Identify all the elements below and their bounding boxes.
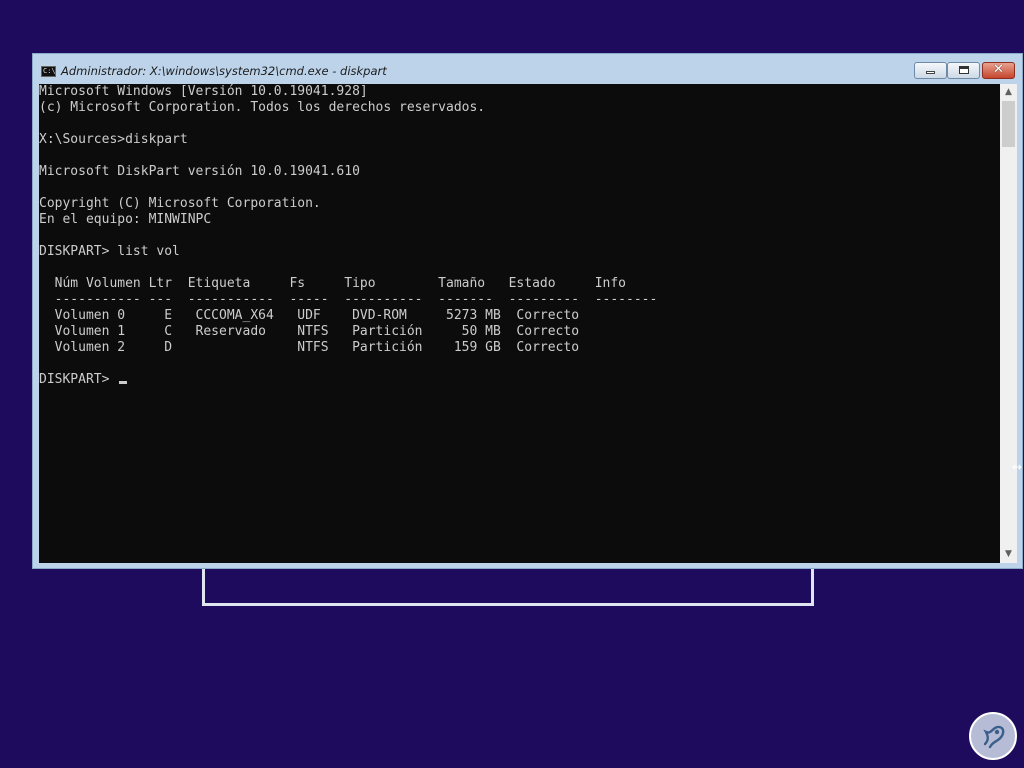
console-line: DISKPART> list vol: [39, 244, 180, 259]
console-line: ----------- --- ----------- ----- ------…: [39, 292, 658, 307]
window-title: Administrador: X:\windows\system32\cmd.e…: [61, 64, 387, 78]
console-line: X:\Sources>diskpart: [39, 132, 188, 147]
logo-icon: [969, 712, 1017, 760]
console-output[interactable]: Microsoft Windows [Versión 10.0.19041.92…: [39, 84, 1000, 563]
console-line: Volumen 1 C Reservado NTFS Partición 50 …: [39, 324, 580, 339]
text-cursor: [119, 381, 128, 384]
title-bar[interactable]: C:\ Administrador: X:\windows\system32\c…: [33, 54, 1022, 84]
console-prompt: DISKPART>: [39, 372, 118, 387]
close-button[interactable]: ✕: [982, 62, 1015, 79]
close-icon: ✕: [993, 62, 1004, 77]
scroll-down-button[interactable]: ▼: [1000, 546, 1017, 563]
maximize-button[interactable]: [947, 62, 980, 79]
minimize-icon: [926, 71, 935, 74]
maximize-icon: [959, 66, 969, 74]
console-line: Volumen 2 D NTFS Partición 159 GB Correc…: [39, 340, 580, 355]
console-text: Microsoft Windows [Versión 10.0.19041.92…: [39, 84, 657, 388]
cmd-window[interactable]: C:\ Administrador: X:\windows\system32\c…: [32, 53, 1023, 569]
resize-cursor-icon: ↔: [1012, 460, 1023, 474]
scroll-up-button[interactable]: ▲: [1000, 84, 1017, 101]
console-line: Núm Volumen Ltr Etiqueta Fs Tipo Tamaño …: [39, 276, 626, 291]
console-line: En el equipo: MINWINPC: [39, 212, 212, 227]
console-prompt-line[interactable]: DISKPART>: [39, 372, 657, 388]
console-line: Microsoft Windows [Versión 10.0.19041.92…: [39, 84, 368, 99]
scroll-thumb[interactable]: [1002, 101, 1015, 147]
console-line: Copyright (C) Microsoft Corporation.: [39, 196, 321, 211]
vertical-scrollbar[interactable]: ▲ ▼: [1000, 84, 1017, 563]
console-line: Microsoft DiskPart versión 10.0.19041.61…: [39, 164, 360, 179]
cmd-icon[interactable]: C:\: [41, 66, 56, 77]
minimize-button[interactable]: [914, 62, 947, 79]
console-line: Volumen 0 E CCCOMA_X64 UDF DVD-ROM 5273 …: [39, 308, 580, 323]
console-line: (c) Microsoft Corporation. Todos los der…: [39, 100, 486, 115]
